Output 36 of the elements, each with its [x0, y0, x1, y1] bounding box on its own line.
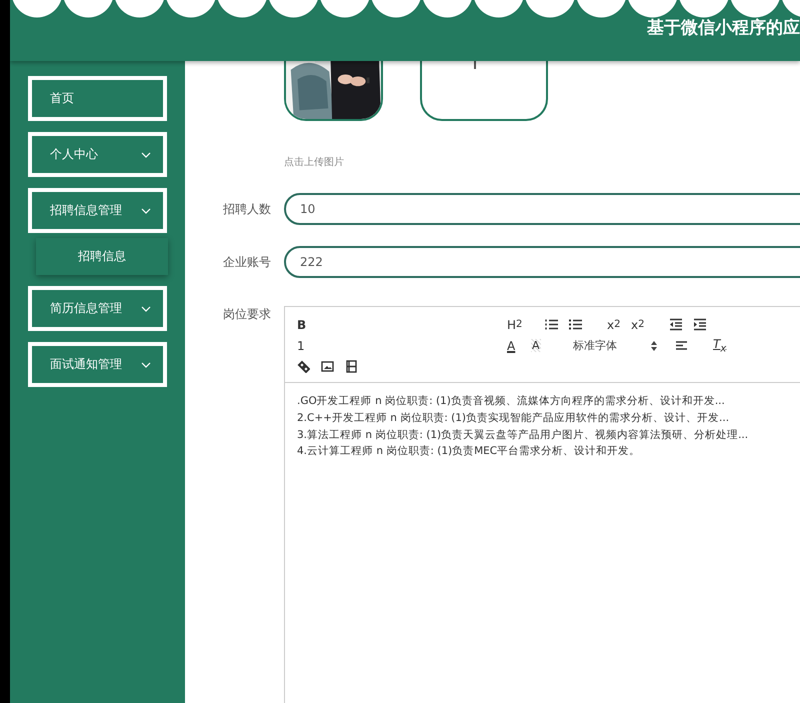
input-field[interactable]: 222 [284, 246, 800, 278]
link-icon[interactable] [297, 360, 310, 373]
updown-arrow-icon [651, 340, 657, 350]
chevron-icon [141, 306, 151, 312]
chevron-icon [141, 208, 151, 214]
indent-icon[interactable] [693, 318, 706, 331]
chevron-icon [141, 362, 151, 368]
align-icon[interactable] [675, 339, 688, 352]
editor-text-line: 4.云计算工程师 n 岗位职责: (1)负责MEC平台需求分析、设计和开发。 [297, 444, 642, 460]
font-select[interactable]: 标准字体 [569, 338, 657, 353]
outdent-icon[interactable] [669, 318, 682, 331]
bullet-list-icon[interactable] [569, 318, 582, 331]
sidebar-item[interactable]: 简历信息管理 [28, 286, 167, 331]
font-color-button[interactable]: A [507, 338, 516, 352]
sidebar-item[interactable]: 个人中心 [28, 132, 167, 177]
clear-format-button[interactable]: T$_{x}$ [713, 336, 726, 354]
bold-button[interactable]: B [297, 315, 321, 334]
field-label: 企业账号 [222, 254, 272, 270]
editor-text-line: .GO开发工程师 n 岗位职责: (1)负责音视频、流媒体方向程序的需求分析、设计和开发... [297, 394, 726, 409]
editor-text-line: 2.C++开发工程师 n 岗位职责: (1)负责实现智能产品应用软件的需求分析、设计、开发... [297, 410, 730, 426]
field-label: 招聘人数 [222, 200, 272, 218]
editor-text-line: 3.算法工程师 n 岗位职责: (1)负责天翼云盘等产品用户图片、视频内容算法预研、分析处理... [297, 428, 750, 443]
sidebar-item[interactable]: 招聘信息管理 [28, 188, 167, 233]
upload-hint: 点击上传图片 [284, 156, 345, 169]
input-field[interactable]: 10 [284, 193, 800, 225]
ordered-list-icon[interactable] [545, 318, 558, 331]
video-icon[interactable] [345, 360, 358, 373]
field-label: 岗位要求 [222, 306, 272, 323]
app-title: 基于微信小程序的应 [647, 17, 800, 39]
sidebar-item[interactable]: 首页 [28, 76, 167, 121]
background-color-button[interactable]: A [531, 339, 541, 352]
sidebar-item[interactable]: 面试通知管理 [28, 342, 167, 387]
format-button[interactable]: 1 [297, 336, 321, 355]
submenu-item[interactable]: 招聘信息 [36, 238, 168, 275]
image-icon[interactable] [321, 360, 334, 373]
chevron-icon [141, 152, 151, 158]
